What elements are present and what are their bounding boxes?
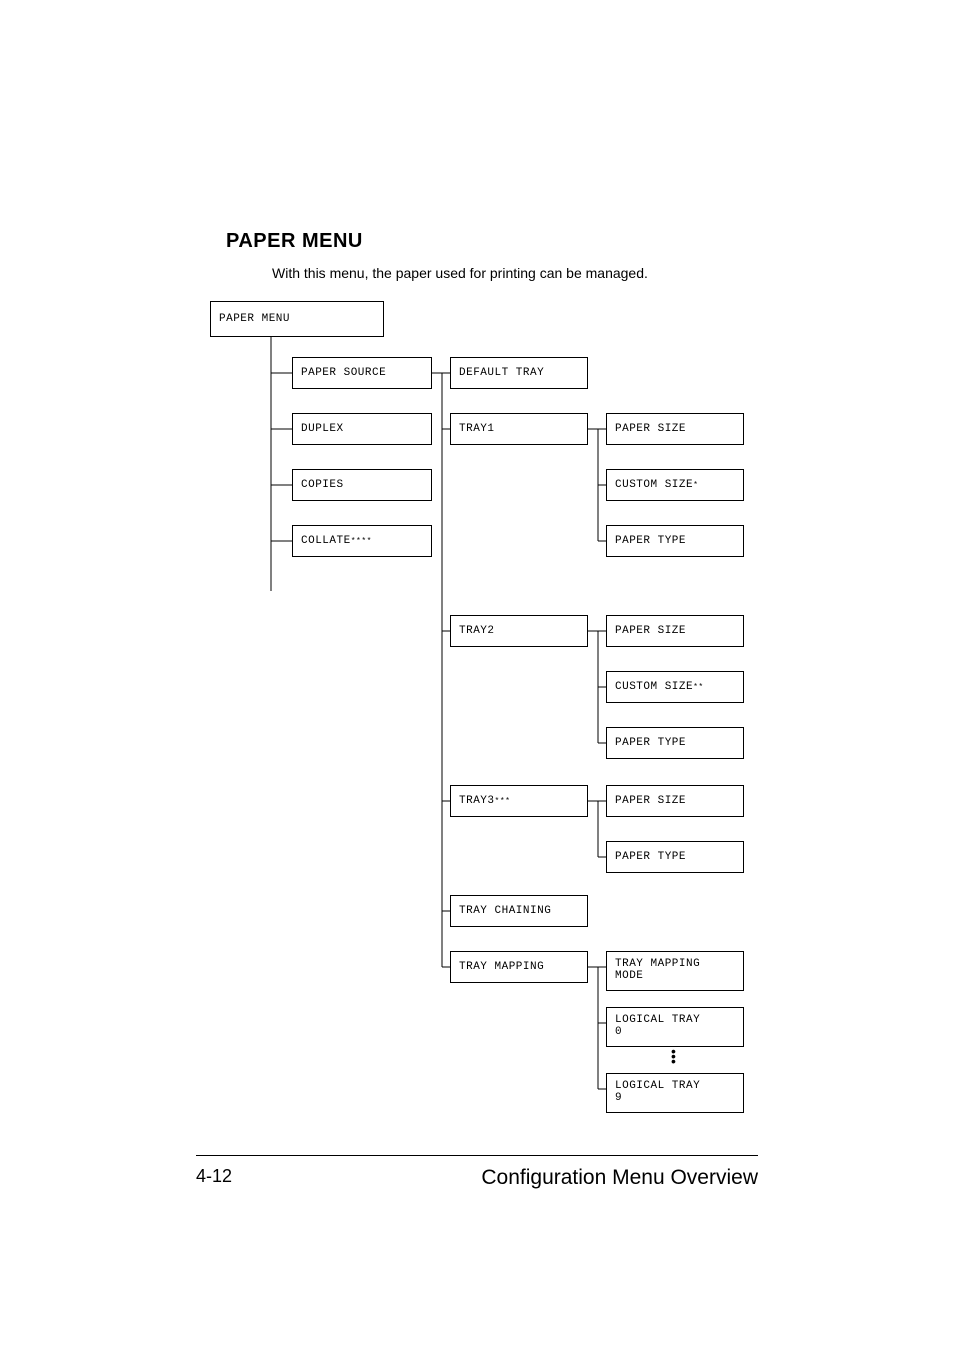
node-tray2-custom-size: CUSTOM SIZE** [606,671,744,703]
footer-rule [196,1155,758,1156]
vertical-ellipsis-icon: ••• [671,1049,676,1064]
node-tray-mapping-mode: TRAY MAPPING MODE [606,951,744,991]
node-paper-source: PAPER SOURCE [292,357,432,389]
node-tray1-paper-type: PAPER TYPE [606,525,744,557]
node-root: PAPER MENU [210,301,384,337]
node-logical-tray-0: LOGICAL TRAY 0 [606,1007,744,1047]
node-collate-label: COLLATE [301,535,351,547]
node-collate: COLLATE**** [292,525,432,557]
section-description: With this menu, the paper used for print… [272,265,754,281]
node-copies: COPIES [292,469,432,501]
lt9-line2: 9 [615,1092,622,1104]
node-tray3-paper-type: PAPER TYPE [606,841,744,873]
node-tray3-super: *** [495,797,511,806]
lt9-line1: LOGICAL TRAY [615,1080,700,1092]
node-tray3-paper-size: PAPER SIZE [606,785,744,817]
section-heading: PAPER MENU [226,230,754,253]
node-tray1-custom-size-super: * [693,481,698,490]
page-footer: 4-12 Configuration Menu Overview [196,1155,758,1190]
tmm-line1: TRAY MAPPING [615,958,700,970]
node-tray2: TRAY2 [450,615,588,647]
node-collate-super: **** [351,537,372,546]
node-tray1-paper-size: PAPER SIZE [606,413,744,445]
footer-title: Configuration Menu Overview [481,1166,758,1190]
node-tray1-custom-size: CUSTOM SIZE* [606,469,744,501]
node-logical-tray-9: LOGICAL TRAY 9 [606,1073,744,1113]
page-number: 4-12 [196,1166,232,1187]
node-tray2-paper-size: PAPER SIZE [606,615,744,647]
node-tray-mapping: TRAY MAPPING [450,951,588,983]
lt0-line2: 0 [615,1026,622,1038]
node-tray3: TRAY3*** [450,785,588,817]
node-tray1-custom-size-label: CUSTOM SIZE [615,479,693,491]
menu-tree-diagram: PAPER MENU PAPER SOURCE DUPLEX COPIES CO… [226,301,754,1091]
node-tray1: TRAY1 [450,413,588,445]
node-tray3-label: TRAY3 [459,795,495,807]
tmm-line2: MODE [615,970,643,982]
node-tray2-paper-type: PAPER TYPE [606,727,744,759]
node-tray2-custom-size-label: CUSTOM SIZE [615,681,693,693]
lt0-line1: LOGICAL TRAY [615,1014,700,1026]
node-tray2-custom-size-super: ** [693,683,704,692]
node-duplex: DUPLEX [292,413,432,445]
node-default-tray: DEFAULT TRAY [450,357,588,389]
node-tray-chaining: TRAY CHAINING [450,895,588,927]
